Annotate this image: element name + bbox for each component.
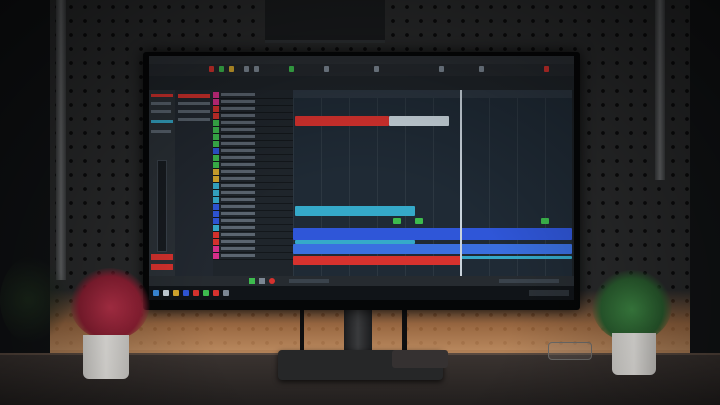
vignette <box>0 0 720 405</box>
photo-scene <box>0 0 720 405</box>
